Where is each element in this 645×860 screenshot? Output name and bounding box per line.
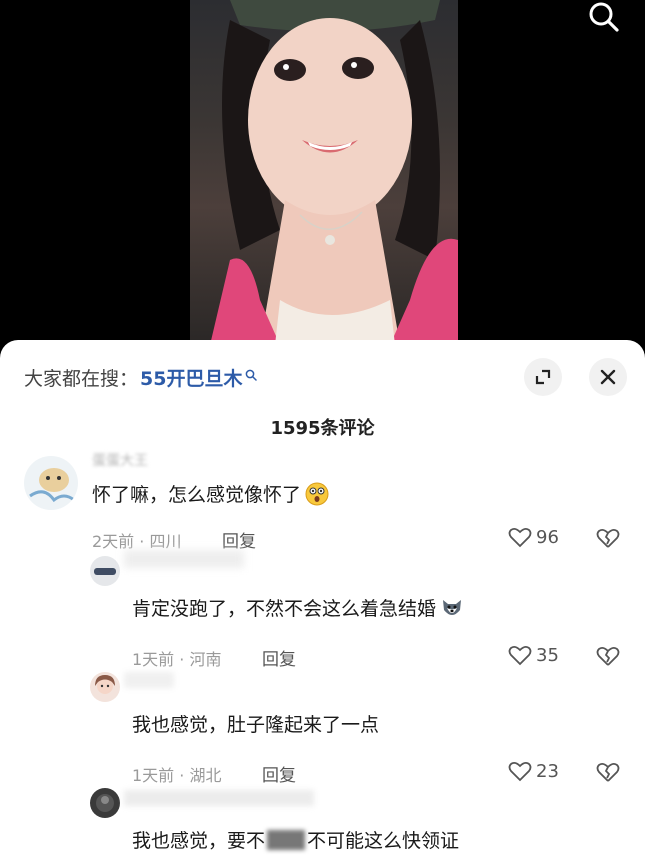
comment-count: 1595条评论 xyxy=(270,418,375,439)
comment-time: 1天前 xyxy=(132,650,175,669)
trending-search-term[interactable]: 55开巴旦木 xyxy=(140,364,242,391)
comment-time: 2天前 xyxy=(92,532,135,551)
like-button[interactable]: 35 xyxy=(508,644,559,666)
avatar-image xyxy=(94,568,116,575)
comment-meta: 1天前 · 湖北 xyxy=(132,766,222,785)
dislike-button[interactable] xyxy=(596,527,620,553)
censored-block xyxy=(267,829,306,850)
comment-meta: 1天前 · 河南 xyxy=(132,650,222,669)
expand-button[interactable] xyxy=(524,358,562,396)
trending-search-hint[interactable]: 大家都在搜： 55开巴旦木 xyxy=(24,364,258,391)
comment-location: 河南 xyxy=(189,650,222,669)
close-icon xyxy=(600,369,616,385)
heart-icon xyxy=(508,527,532,548)
comment-location: 四川 xyxy=(149,532,182,551)
avatar-image xyxy=(95,675,115,694)
dislike-button[interactable] xyxy=(596,645,620,671)
close-button[interactable] xyxy=(589,358,627,396)
blurred-username xyxy=(124,672,174,688)
reply-button[interactable]: 回复 xyxy=(262,761,296,786)
avatar-image xyxy=(29,468,75,503)
comment-text-body: 我也感觉，肚子隆起来了一点 xyxy=(132,714,380,736)
avatar[interactable] xyxy=(90,556,120,586)
comment-text: 我也感觉，肚子隆起来了一点 xyxy=(132,710,379,737)
husky-dog-emoji xyxy=(443,599,462,615)
comment-text: 肯定没跑了，不然不会这么着急结婚 xyxy=(132,594,464,621)
avatar[interactable] xyxy=(90,788,120,818)
broken-heart-icon xyxy=(596,762,620,782)
blurred-username xyxy=(124,550,244,568)
small-search-icon xyxy=(246,369,258,381)
dislike-button[interactable] xyxy=(596,761,620,787)
trending-search-prefix: 大家都在搜： xyxy=(24,368,139,390)
avatar-image xyxy=(96,794,114,812)
avatar[interactable] xyxy=(24,456,78,510)
like-count: 35 xyxy=(536,644,559,666)
heart-icon xyxy=(508,761,532,782)
comment-text-tail: 不可能这么快领证 xyxy=(307,830,460,852)
video-thumbnail xyxy=(190,0,458,345)
comment-meta: 2天前 · 四川 xyxy=(92,532,182,551)
comment-sheet: 大家都在搜： 55开巴旦木 1595条评论 蛋蛋大王 怀了嘛，怎么感觉像怀了 2… xyxy=(0,340,645,860)
comment-username[interactable]: 蛋蛋大王 xyxy=(92,450,148,470)
broken-heart-icon xyxy=(596,646,620,666)
surprised-face-emoji xyxy=(305,482,329,505)
comment-text-body: 我也感觉，要不 xyxy=(132,830,266,852)
heart-icon xyxy=(508,645,532,666)
comment-location: 湖北 xyxy=(189,766,222,785)
video-search-button[interactable] xyxy=(584,0,624,34)
like-button[interactable]: 23 xyxy=(508,760,559,782)
comment-time: 1天前 xyxy=(132,766,175,785)
like-count: 96 xyxy=(536,526,559,548)
broken-heart-icon xyxy=(596,528,620,548)
comment-text-body: 怀了嘛，怎么感觉像怀了 xyxy=(92,484,302,506)
blurred-username xyxy=(124,790,314,806)
like-count: 23 xyxy=(536,760,559,782)
search-icon xyxy=(589,2,619,32)
like-button[interactable]: 96 xyxy=(508,526,559,548)
comment-text: 怀了嘛，怎么感觉像怀了 xyxy=(92,480,329,507)
avatar[interactable] xyxy=(90,672,120,702)
video-thumbnail-art xyxy=(210,0,458,345)
reply-button[interactable]: 回复 xyxy=(222,527,256,552)
comment-text: 我也感觉，要不 不可能这么快领证 xyxy=(132,826,459,853)
reply-button[interactable]: 回复 xyxy=(262,645,296,670)
video-player[interactable] xyxy=(0,0,645,360)
comment-text-body: 肯定没跑了，不然不会这么着急结婚 xyxy=(132,598,437,620)
expand-icon xyxy=(535,369,551,385)
